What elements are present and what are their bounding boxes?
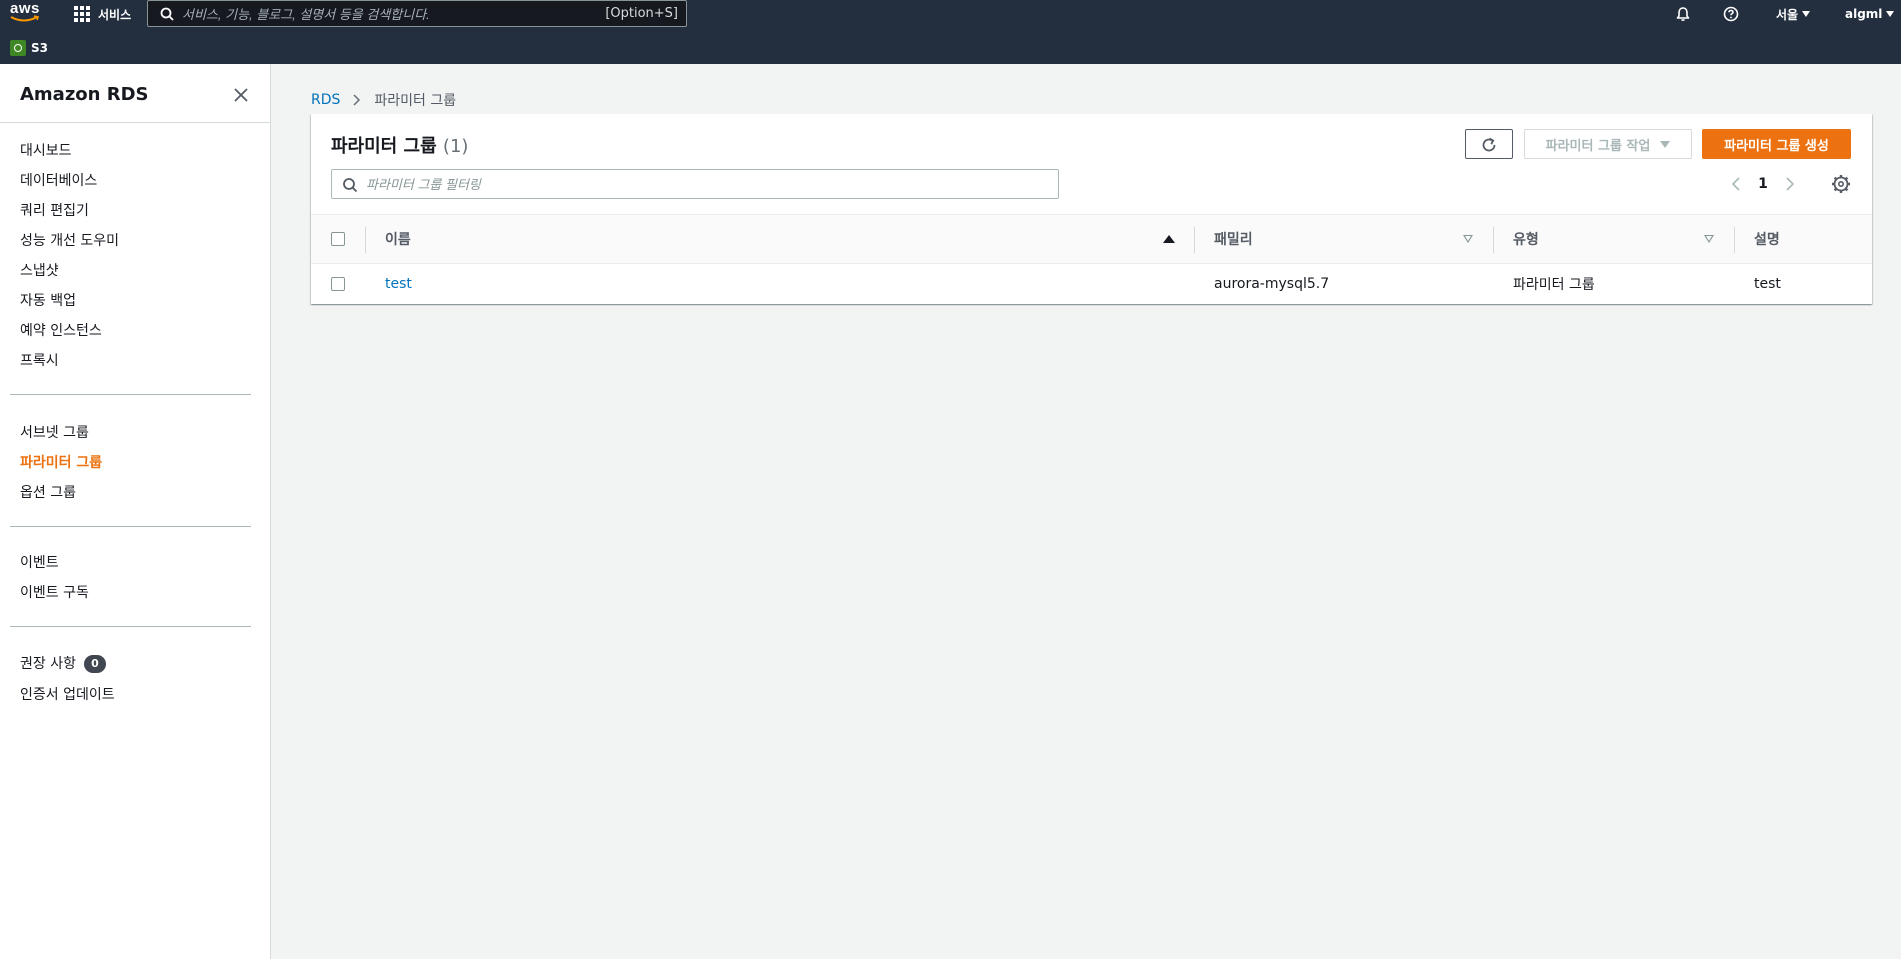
search-icon	[343, 178, 358, 193]
sidebar-item-recommendations[interactable]: 권장 사항 0	[20, 653, 106, 673]
recommendations-label: 권장 사항	[20, 656, 76, 672]
sidebar-item-subnet-groups[interactable]: 서브넷 그룹	[20, 422, 89, 442]
aws-smile-icon	[10, 15, 40, 22]
side-navigation: Amazon RDS 대시보드 데이터베이스 쿼리 편집기 성능 개선 도우미 …	[0, 64, 271, 959]
search-shortcut-hint: [Option+S]	[605, 6, 678, 21]
select-all-checkbox[interactable]	[331, 232, 345, 246]
column-divider	[365, 227, 366, 253]
top-navigation: aws 서비스 [Option+S]	[0, 0, 1901, 64]
notifications-button[interactable]	[1675, 4, 1691, 24]
favorite-s3[interactable]: S3	[10, 40, 48, 56]
row-description: test	[1754, 276, 1781, 292]
sidebar-item-events[interactable]: 이벤트	[20, 552, 59, 572]
current-page[interactable]: 1	[1748, 176, 1778, 192]
table-header: 이름 패밀리 유형 설명	[311, 214, 1872, 264]
parameter-groups-panel: 파라미터 그룹 (1) 파라미터 그룹 작업 파라미터 그룹 생성 1	[311, 114, 1872, 304]
sidebar-item-databases[interactable]: 데이터베이스	[20, 170, 97, 190]
sidebar-item-snapshots[interactable]: 스냅샷	[20, 260, 59, 280]
chevron-right-icon	[353, 94, 361, 106]
column-header-name[interactable]: 이름	[385, 215, 411, 263]
column-header-family[interactable]: 패밀리	[1214, 215, 1253, 263]
panel-count: (1)	[442, 136, 469, 157]
sidebar-header-divider	[0, 122, 271, 123]
caret-down-icon	[1802, 11, 1811, 17]
breadcrumb-current: 파라미터 그룹	[374, 93, 457, 109]
sidebar-item-automated-backups[interactable]: 자동 백업	[20, 290, 76, 310]
row-name-link[interactable]: test	[385, 264, 412, 304]
breadcrumb: RDS 파라미터 그룹	[311, 90, 456, 110]
filter-input[interactable]	[366, 174, 1046, 194]
chevron-right-icon	[1786, 177, 1795, 191]
sidebar-item-proxies[interactable]: 프록시	[20, 350, 59, 370]
caret-down-icon	[1886, 11, 1895, 17]
previous-page-button[interactable]	[1724, 172, 1748, 196]
sidebar-item-option-groups[interactable]: 옵션 그룹	[20, 482, 76, 502]
sort-ascending-icon[interactable]	[1163, 235, 1175, 243]
row-type: 파라미터 그룹	[1513, 277, 1595, 293]
create-parameter-group-button[interactable]: 파라미터 그룹 생성	[1702, 129, 1851, 159]
filter-field[interactable]	[331, 169, 1059, 199]
column-header-type[interactable]: 유형	[1513, 215, 1539, 263]
next-page-button[interactable]	[1778, 172, 1802, 196]
row-checkbox[interactable]	[331, 277, 345, 291]
account-menu[interactable]: algml	[1845, 4, 1895, 24]
caret-down-icon	[1660, 140, 1671, 148]
favorites-bar: S3	[0, 28, 1901, 64]
sidebar-divider	[10, 526, 251, 527]
region-label: 서울	[1776, 7, 1799, 22]
help-button[interactable]	[1723, 4, 1739, 24]
close-icon[interactable]	[232, 86, 250, 104]
panel-title-text: 파라미터 그룹	[331, 136, 437, 157]
refresh-button[interactable]	[1465, 129, 1513, 159]
global-search-input[interactable]	[182, 3, 602, 25]
actions-label: 파라미터 그룹 작업	[1545, 138, 1651, 154]
help-icon	[1723, 6, 1739, 22]
s3-icon	[10, 40, 26, 56]
services-menu-button[interactable]: 서비스	[74, 4, 131, 24]
sidebar-item-reserved-instances[interactable]: 예약 인스턴스	[20, 320, 102, 340]
sidebar-item-query-editor[interactable]: 쿼리 편집기	[20, 200, 89, 220]
services-label: 서비스	[98, 7, 132, 22]
sidebar-item-parameter-groups[interactable]: 파라미터 그룹	[20, 452, 102, 472]
column-divider	[1734, 227, 1735, 253]
pagination: 1	[1724, 172, 1802, 196]
grid-icon	[74, 6, 90, 22]
sidebar-divider	[10, 626, 251, 627]
aws-logo[interactable]: aws	[10, 1, 42, 27]
global-search[interactable]: [Option+S]	[147, 0, 687, 27]
column-divider	[1493, 227, 1494, 253]
parameter-group-actions-button[interactable]: 파라미터 그룹 작업	[1524, 129, 1692, 159]
sidebar-item-certificate-update[interactable]: 인증서 업데이트	[20, 684, 115, 704]
region-selector[interactable]: 서울	[1776, 4, 1811, 24]
breadcrumb-rds-link[interactable]: RDS	[311, 92, 340, 108]
gear-icon[interactable]	[1831, 174, 1851, 194]
favorite-s3-label: S3	[31, 41, 48, 55]
column-header-description[interactable]: 설명	[1754, 215, 1780, 263]
top-nav-primary-row: aws 서비스 [Option+S]	[0, 0, 1901, 28]
bell-icon	[1676, 7, 1690, 21]
column-divider	[1194, 227, 1195, 253]
search-icon	[160, 7, 174, 21]
sidebar-divider	[10, 394, 251, 395]
create-label: 파라미터 그룹 생성	[1724, 138, 1829, 154]
row-family: aurora-mysql5.7	[1214, 276, 1330, 292]
table-row[interactable]: test aurora-mysql5.7 파라미터 그룹 test	[311, 264, 1872, 304]
refresh-icon	[1482, 137, 1496, 152]
sidebar-item-dashboard[interactable]: 대시보드	[20, 140, 72, 160]
sidebar-item-event-subscriptions[interactable]: 이벤트 구독	[20, 582, 89, 602]
sidebar-item-performance-insights[interactable]: 성능 개선 도우미	[20, 230, 119, 250]
page-title: 파라미터 그룹 (1)	[331, 132, 468, 158]
account-label: algml	[1845, 7, 1883, 21]
recommendations-count-badge: 0	[83, 655, 106, 673]
chevron-left-icon	[1731, 177, 1740, 191]
sidebar-title[interactable]: Amazon RDS	[20, 84, 149, 105]
